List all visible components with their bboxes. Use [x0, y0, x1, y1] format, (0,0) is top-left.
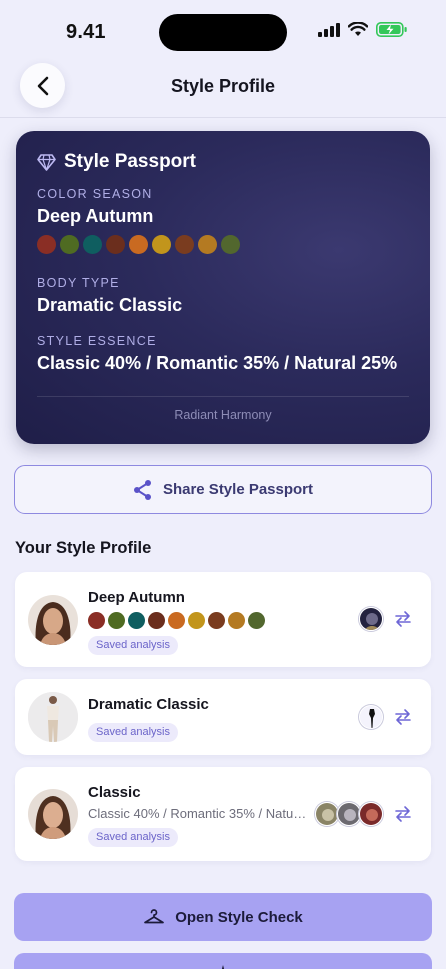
- color-swatch: [60, 235, 79, 254]
- color-swatch: [108, 612, 125, 629]
- color-swatch: [175, 235, 194, 254]
- color-swatch: [208, 612, 225, 629]
- section-title: Your Style Profile: [15, 539, 152, 557]
- saved-analysis-badge: Saved analysis: [88, 828, 178, 847]
- color-swatch: [248, 612, 265, 629]
- style-essence-label: STYLE ESSENCE: [37, 334, 157, 348]
- body-type-value: Dramatic Classic: [37, 295, 183, 315]
- profile-title: Classic: [88, 784, 141, 801]
- share-style-passport-button[interactable]: Share Style Passport: [14, 465, 432, 514]
- status-bar: 9.41: [0, 0, 446, 64]
- swap-icon[interactable]: [393, 804, 413, 824]
- profile-title: Dramatic Classic: [88, 696, 209, 713]
- wifi-icon: [348, 22, 368, 36]
- color-swatch: [188, 612, 205, 629]
- header: Style Profile: [0, 58, 446, 118]
- profile-card-classic[interactable]: Classic Classic 40% / Romantic 35% / Nat…: [15, 767, 431, 861]
- status-time: 9.41: [66, 21, 106, 43]
- status-icons: [318, 22, 408, 37]
- color-swatch: [128, 612, 145, 629]
- diamond-icon: [37, 153, 56, 171]
- swap-icon[interactable]: [393, 609, 413, 629]
- style-essence-value: Classic 40% / Romantic 35% / Natural 25%: [37, 353, 398, 373]
- style-thumbnail-2: [337, 802, 361, 826]
- signal-icon: [318, 22, 340, 37]
- profile-subtitle: Classic 40% / Romantic 35% / Natu…: [88, 806, 307, 821]
- battery-charging-icon: [376, 22, 407, 37]
- color-swatch: [228, 612, 245, 629]
- body-type-label: BODY TYPE: [37, 276, 120, 290]
- color-swatch: [37, 235, 56, 254]
- style-passport-card: Style Passport COLOR SEASON Deep Autumn …: [16, 131, 430, 444]
- color-swatch: [148, 612, 165, 629]
- share-button-label: Share Style Passport: [162, 481, 314, 498]
- passport-title: Style Passport: [64, 151, 196, 172]
- sparkle-icon: [221, 965, 225, 969]
- profile-card-dramatic-classic[interactable]: Dramatic Classic Saved analysis: [15, 679, 431, 755]
- profile-title: Deep Autumn: [88, 589, 185, 606]
- passport-palette: [37, 235, 409, 254]
- color-swatch: [152, 235, 171, 254]
- profile-palette: [88, 612, 265, 629]
- color-season-label: COLOR SEASON: [37, 187, 153, 201]
- color-swatch: [88, 612, 105, 629]
- style-thumbnail-1: [315, 802, 339, 826]
- avatar: [28, 692, 78, 742]
- color-season-value: Deep Autumn: [37, 206, 154, 226]
- avatar: [28, 595, 78, 645]
- color-swatch: [83, 235, 102, 254]
- color-swatch: [106, 235, 125, 254]
- saved-analysis-badge: Saved analysis: [88, 636, 178, 655]
- color-swatch: [198, 235, 217, 254]
- color-swatch: [129, 235, 148, 254]
- share-icon: [133, 479, 151, 500]
- color-swatch: [221, 235, 240, 254]
- open-style-check-button[interactable]: Open Style Check: [14, 893, 432, 941]
- passport-divider: [37, 396, 409, 397]
- hanger-icon: [144, 909, 165, 924]
- secondary-action-button[interactable]: [14, 953, 432, 969]
- color-swatch: [168, 612, 185, 629]
- passport-header: Style Passport: [37, 151, 409, 173]
- page-title: Style Profile: [170, 76, 276, 96]
- style-check-label: Open Style Check: [175, 908, 303, 926]
- swap-icon[interactable]: [393, 707, 413, 727]
- style-thumbnail-3: [359, 802, 383, 826]
- season-thumbnail: [359, 607, 383, 631]
- dynamic-island: [159, 14, 287, 51]
- passport-footer: Radiant Harmony: [174, 408, 272, 422]
- avatar: [28, 789, 78, 839]
- saved-analysis-badge: Saved analysis: [88, 723, 178, 742]
- body-silhouette-thumbnail: [359, 705, 383, 729]
- profile-card-deep-autumn[interactable]: Deep Autumn Saved analysis: [15, 572, 431, 667]
